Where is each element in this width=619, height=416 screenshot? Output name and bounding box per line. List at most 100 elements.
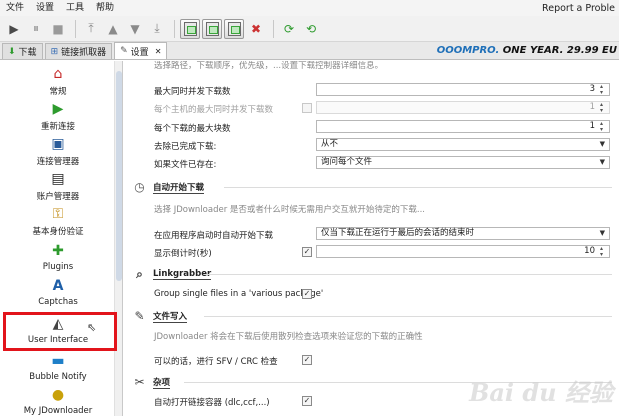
section-title: 杂项 — [153, 377, 171, 389]
autoopen-label: 自动打开链接容器 (dlc,ccf,...) — [154, 398, 270, 408]
wrench-icon: ✎ — [120, 46, 128, 56]
house-icon: ⌂ — [53, 66, 63, 82]
linkgrabber-icon: ⊞ — [50, 46, 59, 57]
tab-linkgrabber[interactable]: ⊞ 链接抓取器 — [44, 43, 113, 59]
section-description: 选择路径，下载顺序，优先级，...设置下载控制器详细信息。 — [154, 61, 384, 71]
pencil-icon: ✎ — [134, 309, 145, 323]
report-problem-link[interactable]: Report a Proble — [542, 3, 619, 14]
tab-label: 下载 — [18, 48, 37, 58]
settings-panel: 选择路径，下载顺序，优先级，...设置下载控制器详细信息。 最大同时并发下载数 … — [124, 61, 619, 416]
key-users-icon: ⚿ — [52, 206, 64, 222]
clear-list-icon[interactable]: ✖ — [246, 19, 266, 39]
pause-icon[interactable]: ⏸ — [26, 19, 46, 39]
sidebar-item-connection-manager[interactable]: ▣ 连接管理器 — [4, 131, 112, 167]
move-top-icon[interactable]: ⤒ — [81, 19, 101, 39]
sfv-check-label: 可以的话，进行 SFV / CRC 检查 — [154, 357, 278, 367]
stop-icon[interactable]: ■ — [48, 19, 68, 39]
filewrite-description: JDownloader 将会在下载后使用散列检查选项来验证您的下载的正确性 — [154, 332, 423, 342]
section-divider — [204, 316, 612, 317]
max-chunks-stepper[interactable]: 1 — [316, 120, 610, 133]
menu-tools[interactable]: 工具 — [60, 0, 90, 16]
max-sim-stepper[interactable]: 3 — [316, 83, 610, 96]
update-icon[interactable]: ⟲ — [301, 19, 321, 39]
sidebar-item-general[interactable]: ⌂ 常规 — [4, 61, 112, 97]
if-exists-label: 如果文件已存在: — [154, 160, 217, 170]
max-per-host-checkbox[interactable] — [302, 103, 312, 113]
reconnect-icon: ▶ — [52, 101, 64, 117]
banner-brand: OOOMPRO. — [436, 45, 500, 56]
puzzle-icon: ✚ — [52, 243, 64, 259]
promo-banner[interactable]: OOOMPRO. ONE YEAR. 29.99 EU — [437, 45, 617, 56]
auto-reconnect-icon[interactable] — [224, 18, 244, 39]
group-single-label: Group single files in a 'various package… — [154, 289, 324, 299]
menu-help[interactable]: 帮助 — [90, 0, 120, 16]
play-icon[interactable]: ▶ — [4, 19, 24, 39]
settings-sidebar: ⌂ 常规 ▶ 重新连接 ▣ 连接管理器 ▤ 账户管理器 ⚿ 基本身份验证 ✚ P… — [0, 61, 123, 416]
group-single-checkbox[interactable]: ✓ — [302, 289, 312, 299]
remove-done-select[interactable]: 从不 — [316, 138, 610, 151]
menu-bar: 文件 设置 工具 帮助 Report a Proble — [0, 0, 619, 16]
mouse-cursor-icon: ⇖ — [87, 321, 97, 334]
toolbar-separator — [273, 19, 274, 38]
tab-label: 链接抓取器 — [61, 48, 107, 58]
clock-icon: ◷ — [134, 180, 145, 194]
menu-settings[interactable]: 设置 — [30, 0, 60, 16]
sidebar-item-label: My JDownloader — [23, 406, 93, 416]
section-title: 自动开始下载 — [153, 182, 205, 194]
sidebar-item-captchas[interactable]: A Captchas — [4, 271, 112, 307]
sidebar-item-basic-auth[interactable]: ⚿ 基本身份验证 — [4, 201, 112, 237]
jd-icon: ● — [51, 387, 65, 403]
menu-file[interactable]: 文件 — [0, 0, 30, 16]
autoopen-checkbox[interactable]: ✓ — [302, 396, 312, 406]
reconnect-icon[interactable]: ⟳ — [279, 19, 299, 39]
max-chunks-label: 每个下载的最大块数 — [154, 124, 231, 134]
section-divider — [204, 274, 612, 275]
linkgrabber-section-header: ⌕ Linkgrabber — [132, 266, 212, 281]
scrollbar-thumb[interactable] — [116, 71, 122, 281]
countdown-stepper[interactable]: 10 — [316, 245, 610, 258]
clipboard-icon[interactable] — [180, 18, 200, 39]
section-title: Linkgrabber — [153, 268, 212, 280]
move-down-icon[interactable]: ▼ — [125, 19, 145, 39]
max-per-host-stepper[interactable]: 1 — [316, 101, 610, 114]
if-exists-select[interactable]: 询问每个文件 — [316, 156, 610, 169]
max-sim-label: 最大同时并发下载数 — [154, 87, 231, 97]
tab-strip: ⬇ 下载 ⊞ 链接抓取器 ✎ 设置 ✕ OOOMPRO. ONE YEAR. 2… — [0, 42, 619, 60]
bubble-icon: ▬ — [51, 353, 65, 369]
watermark: Bai du 经验 — [469, 378, 613, 407]
network-icon: ▣ — [51, 136, 65, 152]
sidebar-item-bubble-notify[interactable]: ▬ Bubble Notify — [4, 346, 112, 382]
filewrite-section-header: ✎ 文件写入 — [132, 309, 188, 323]
countdown-label: 显示倒计时(秒) — [154, 249, 212, 259]
autostart-select[interactable]: 仅当下载正在运行于最后的会话的结束时 — [316, 227, 610, 240]
sidebar-item-reconnect[interactable]: ▶ 重新连接 — [4, 96, 112, 132]
sidebar-item-label: Captchas — [38, 297, 78, 307]
toolbar-separator — [75, 19, 76, 38]
misc-section-header: ✂ 杂项 — [132, 375, 171, 389]
magnifier-icon: ⌕ — [136, 266, 143, 281]
toolbar: ▶ ⏸ ■ ⤒ ▲ ▼ ⤓ ✖ ⟳ ⟲ — [0, 16, 619, 42]
move-up-icon[interactable]: ▲ — [103, 19, 123, 39]
sidebar-item-plugins[interactable]: ✚ Plugins — [4, 236, 112, 272]
download-arrow-icon: ⬇ — [8, 46, 16, 57]
premium-icon[interactable] — [202, 18, 222, 39]
banner-promo: ONE YEAR. 29.99 EU — [499, 45, 617, 56]
tab-label: 设置 — [130, 47, 149, 58]
remove-done-label: 去除已完成下载: — [154, 142, 217, 152]
tools-icon: ✂ — [134, 375, 145, 389]
account-icon: ▤ — [51, 171, 65, 187]
move-bottom-icon[interactable]: ⤓ — [147, 19, 167, 39]
sfv-check-checkbox[interactable]: ✓ — [302, 355, 312, 365]
sidebar-item-account-manager[interactable]: ▤ 账户管理器 — [4, 166, 112, 202]
autostart-section-header: ◷ 自动开始下载 — [132, 180, 205, 194]
max-per-host-label: 每个主机的最大同时并发下载数 — [154, 105, 274, 115]
section-title: 文件写入 — [153, 311, 188, 323]
sidebar-item-my-jdownloader[interactable]: ● My JDownloader — [4, 380, 112, 416]
section-divider — [224, 187, 612, 188]
close-icon[interactable]: ✕ — [155, 47, 162, 56]
sidebar-scrollbar[interactable] — [114, 61, 122, 416]
captcha-icon: A — [52, 278, 64, 294]
tab-settings[interactable]: ✎ 设置 ✕ — [114, 42, 168, 59]
countdown-checkbox[interactable]: ✓ — [302, 247, 312, 257]
tab-downloads[interactable]: ⬇ 下载 — [2, 43, 43, 59]
